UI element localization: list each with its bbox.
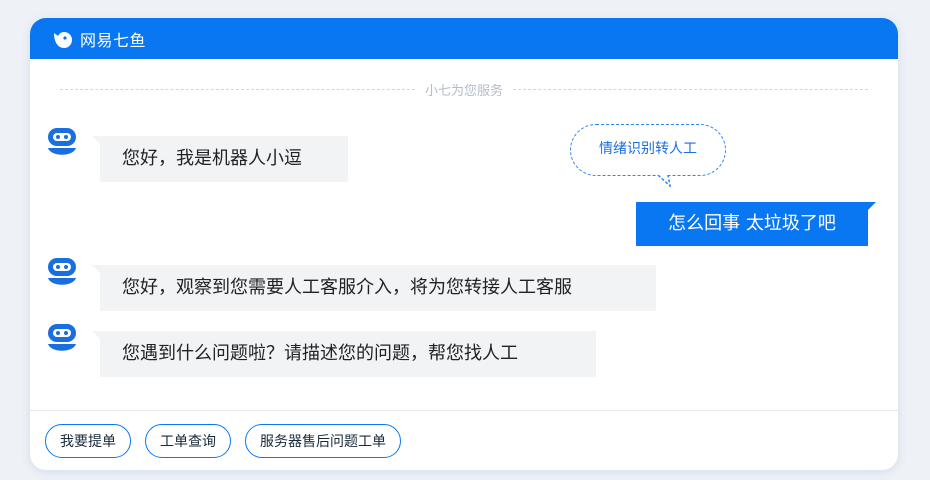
robot-avatar-icon	[48, 324, 76, 351]
bot-message: 您好，观察到您需要人工客服介入，将为您转接人工客服	[100, 265, 656, 311]
service-divider: 小七为您服务	[60, 80, 869, 99]
bubble-tail	[92, 265, 100, 273]
bot-message: 您好，我是机器人小逗	[100, 136, 348, 182]
quick-reply-server-aftersales-ticket[interactable]: 服务器售后问题工单	[245, 423, 401, 458]
bubble-tail	[92, 331, 100, 339]
divider-text: 小七为您服务	[425, 83, 504, 99]
user-bubble-tail	[868, 202, 876, 210]
quick-reply-submit-ticket[interactable]: 我要提单	[45, 423, 131, 458]
robot-avatar-icon	[48, 128, 76, 155]
quick-reply-ticket-query[interactable]: 工单查询	[145, 423, 231, 458]
emotion-recognition-tag: 情绪识别转人工	[570, 124, 726, 176]
user-message: 怎么回事 太垃圾了吧	[636, 202, 868, 246]
quick-reply-bar: 我要提单 工单查询 服务器售后问题工单	[30, 410, 898, 470]
title-bar: 网易七鱼	[30, 18, 898, 59]
bot-message: 您遇到什么问题啦？请描述您的问题，帮您找人工	[100, 331, 596, 377]
app-title: 网易七鱼	[80, 30, 147, 50]
bird-logo-icon	[54, 31, 72, 48]
bubble-tail	[92, 136, 100, 144]
robot-avatar-icon	[48, 258, 76, 285]
callout-tail-icon	[658, 175, 671, 187]
chat-window: 网易七鱼 小七为您服务 您好，我是机器人小逗 情绪识别转人工 怎么回事 太垃圾了…	[30, 18, 898, 470]
divider-line-right	[513, 88, 869, 90]
divider-line-left	[60, 88, 415, 90]
